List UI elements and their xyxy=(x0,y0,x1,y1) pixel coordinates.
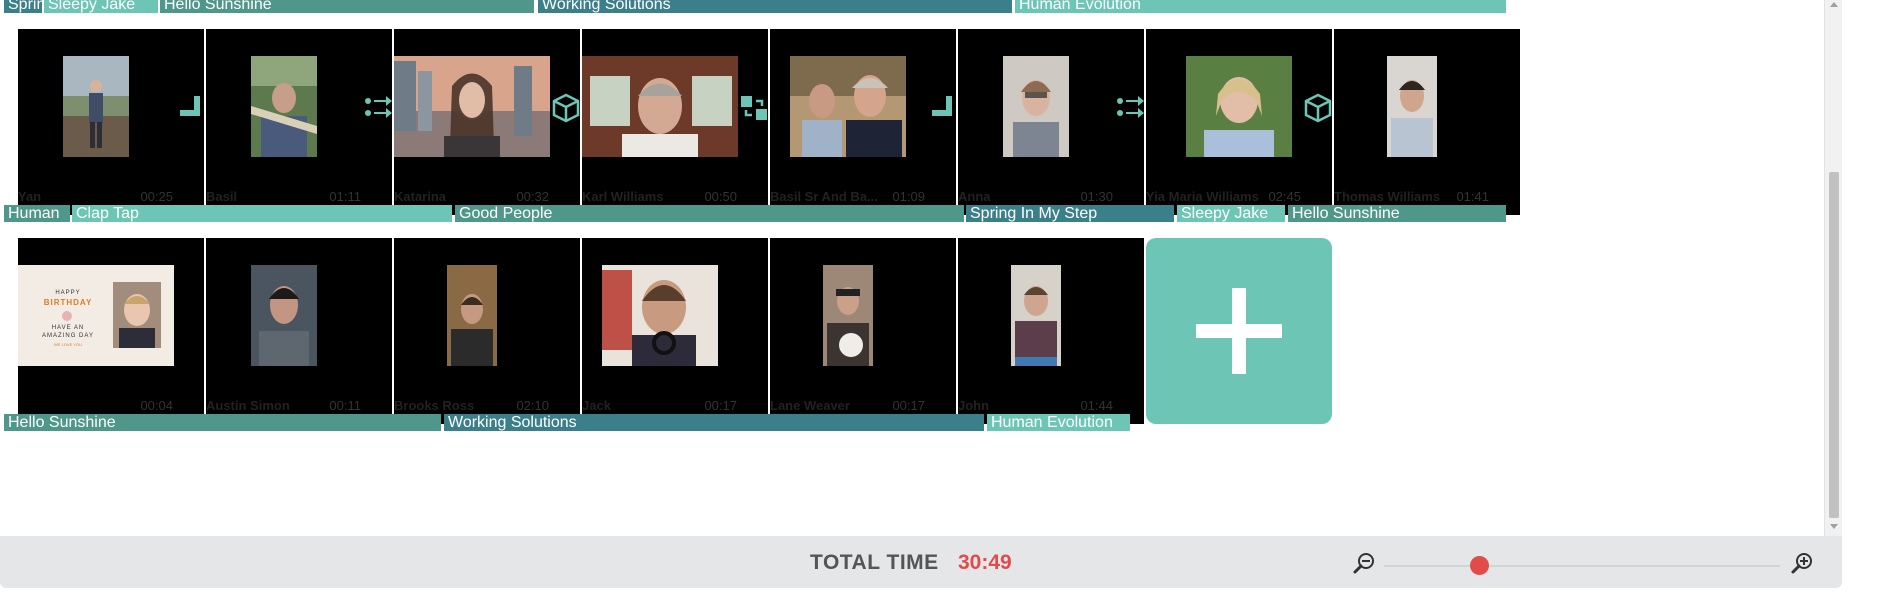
scroll-down-arrow-icon[interactable] xyxy=(1830,524,1838,529)
clip-duration: 00:11 xyxy=(329,398,361,413)
clip-name: Lane Weaver xyxy=(770,398,850,413)
card-text-happy: HAPPY xyxy=(55,290,81,296)
music-track[interactable]: Hello Sunshine xyxy=(1288,205,1506,222)
clip-duration: 02:45 xyxy=(1268,189,1301,204)
clip-thumbnail xyxy=(1186,56,1292,157)
clip-name: Brooks Ross xyxy=(394,398,475,413)
music-track[interactable]: Human Evolution xyxy=(987,414,1130,431)
clip-thumbnail xyxy=(582,56,738,157)
music-track[interactable]: Working Solutions xyxy=(444,414,984,431)
clip-name: Basil xyxy=(206,189,238,204)
clip-thumbnail xyxy=(1003,56,1069,157)
clip-name: Katarina xyxy=(394,189,447,204)
clip-duration: 00:32 xyxy=(516,189,549,204)
clip-duration: 01:30 xyxy=(1080,189,1113,204)
clip-duration: 01:44 xyxy=(1080,398,1113,413)
zoom-slider-handle[interactable] xyxy=(1469,556,1489,575)
clip-name: Thomas Williams xyxy=(1334,189,1441,204)
clip-name: Anna xyxy=(958,189,991,204)
music-track[interactable]: Hello Sunshine xyxy=(160,0,534,13)
clip-name: Karl Williams xyxy=(582,189,664,204)
music-track[interactable]: Spring In My Step xyxy=(966,205,1174,222)
transition-slide-arrows-icon[interactable] xyxy=(1114,92,1146,124)
total-time-value: 30:49 xyxy=(958,551,1012,574)
music-track[interactable]: Clap Tap xyxy=(72,205,452,222)
video-clip[interactable] xyxy=(394,238,580,424)
timeline-footer: TOTAL TIME 30:49 xyxy=(0,536,1842,588)
clip-thumbnail xyxy=(447,265,497,366)
transition-corner-step-icon[interactable] xyxy=(926,92,958,124)
transition-corner-step-icon[interactable] xyxy=(174,92,206,124)
clip-thumbnail xyxy=(251,56,317,157)
clip-thumbnail xyxy=(63,56,129,157)
clip-duration: 00:17 xyxy=(704,398,737,413)
clip-duration: 01:09 xyxy=(892,189,925,204)
video-clip[interactable]: HAPPY BIRTHDAY HAVE AN AMAZING DAY WE LO… xyxy=(18,238,204,424)
birthday-card-thumbnail: HAPPY BIRTHDAY HAVE AN AMAZING DAY WE LO… xyxy=(18,265,174,366)
clip-name: Austin Simon xyxy=(206,398,290,413)
transition-swap-squares-icon[interactable] xyxy=(738,92,770,124)
music-track[interactable]: Human xyxy=(4,205,70,222)
clip-duration: 00:04 xyxy=(140,398,173,413)
clip-name: Basil Sr And Ba... xyxy=(770,189,878,204)
video-clip[interactable] xyxy=(206,238,392,424)
scroll-up-arrow-icon[interactable] xyxy=(1830,2,1838,7)
clip-thumbnail xyxy=(1011,265,1061,366)
video-clip[interactable] xyxy=(770,238,956,424)
total-time-label: TOTAL TIME xyxy=(810,551,939,574)
clip-name: Yan xyxy=(18,189,42,204)
card-text-amazing-day: AMAZING DAY xyxy=(42,333,94,339)
card-text-have-an: HAVE AN xyxy=(51,325,85,331)
music-track[interactable]: Human Evolution xyxy=(1015,0,1506,13)
card-text-love: WE LOVE YOU xyxy=(54,342,82,347)
video-clip[interactable] xyxy=(582,238,768,424)
music-track[interactable]: Sleepy Jake xyxy=(1177,205,1285,222)
transition-cube-icon[interactable] xyxy=(1302,92,1334,124)
video-clip[interactable] xyxy=(958,238,1144,424)
zoom-slider-track[interactable] xyxy=(1384,565,1780,567)
clip-thumbnail xyxy=(823,265,873,366)
clip-thumbnail xyxy=(790,56,906,157)
transition-slide-arrows-icon[interactable] xyxy=(362,92,394,124)
clip-thumbnail xyxy=(251,265,317,366)
heart-icon xyxy=(62,311,72,321)
clip-duration: 01:11 xyxy=(329,189,361,204)
clip-duration: 00:50 xyxy=(704,189,737,204)
zoom-out-icon[interactable] xyxy=(1352,551,1376,575)
clip-thumbnail xyxy=(602,265,718,366)
music-track[interactable]: Working Solutions xyxy=(538,0,1012,13)
vertical-scrollbar[interactable] xyxy=(1824,0,1842,536)
plus-icon xyxy=(1232,288,1246,374)
clip-duration: 00:25 xyxy=(140,189,173,204)
timeline-editor: Spring In My Step Sleepy Jake Hello Suns… xyxy=(0,0,1880,597)
clip-duration: 02:10 xyxy=(516,398,549,413)
music-track[interactable]: Sleepy Jake xyxy=(44,0,158,13)
clip-name: Jack xyxy=(582,398,611,413)
music-track[interactable]: Good People xyxy=(455,205,964,222)
card-text-birthday: BIRTHDAY xyxy=(43,298,93,307)
clip-name: John xyxy=(958,398,990,413)
clip-duration: 01:41 xyxy=(1456,189,1489,204)
transition-cube-icon[interactable] xyxy=(550,92,582,124)
zoom-in-icon[interactable] xyxy=(1790,551,1814,575)
video-clip[interactable] xyxy=(1334,29,1520,215)
clip-thumbnail xyxy=(1387,56,1437,157)
clip-duration: 00:17 xyxy=(892,398,925,413)
music-track[interactable]: Hello Sunshine xyxy=(4,414,441,431)
music-track[interactable]: Spring In My Step xyxy=(4,0,42,13)
clip-thumbnail xyxy=(394,56,550,157)
card-photo xyxy=(113,282,161,348)
scrollbar-thumb[interactable] xyxy=(1829,172,1839,518)
add-clip-button[interactable] xyxy=(1146,238,1332,424)
